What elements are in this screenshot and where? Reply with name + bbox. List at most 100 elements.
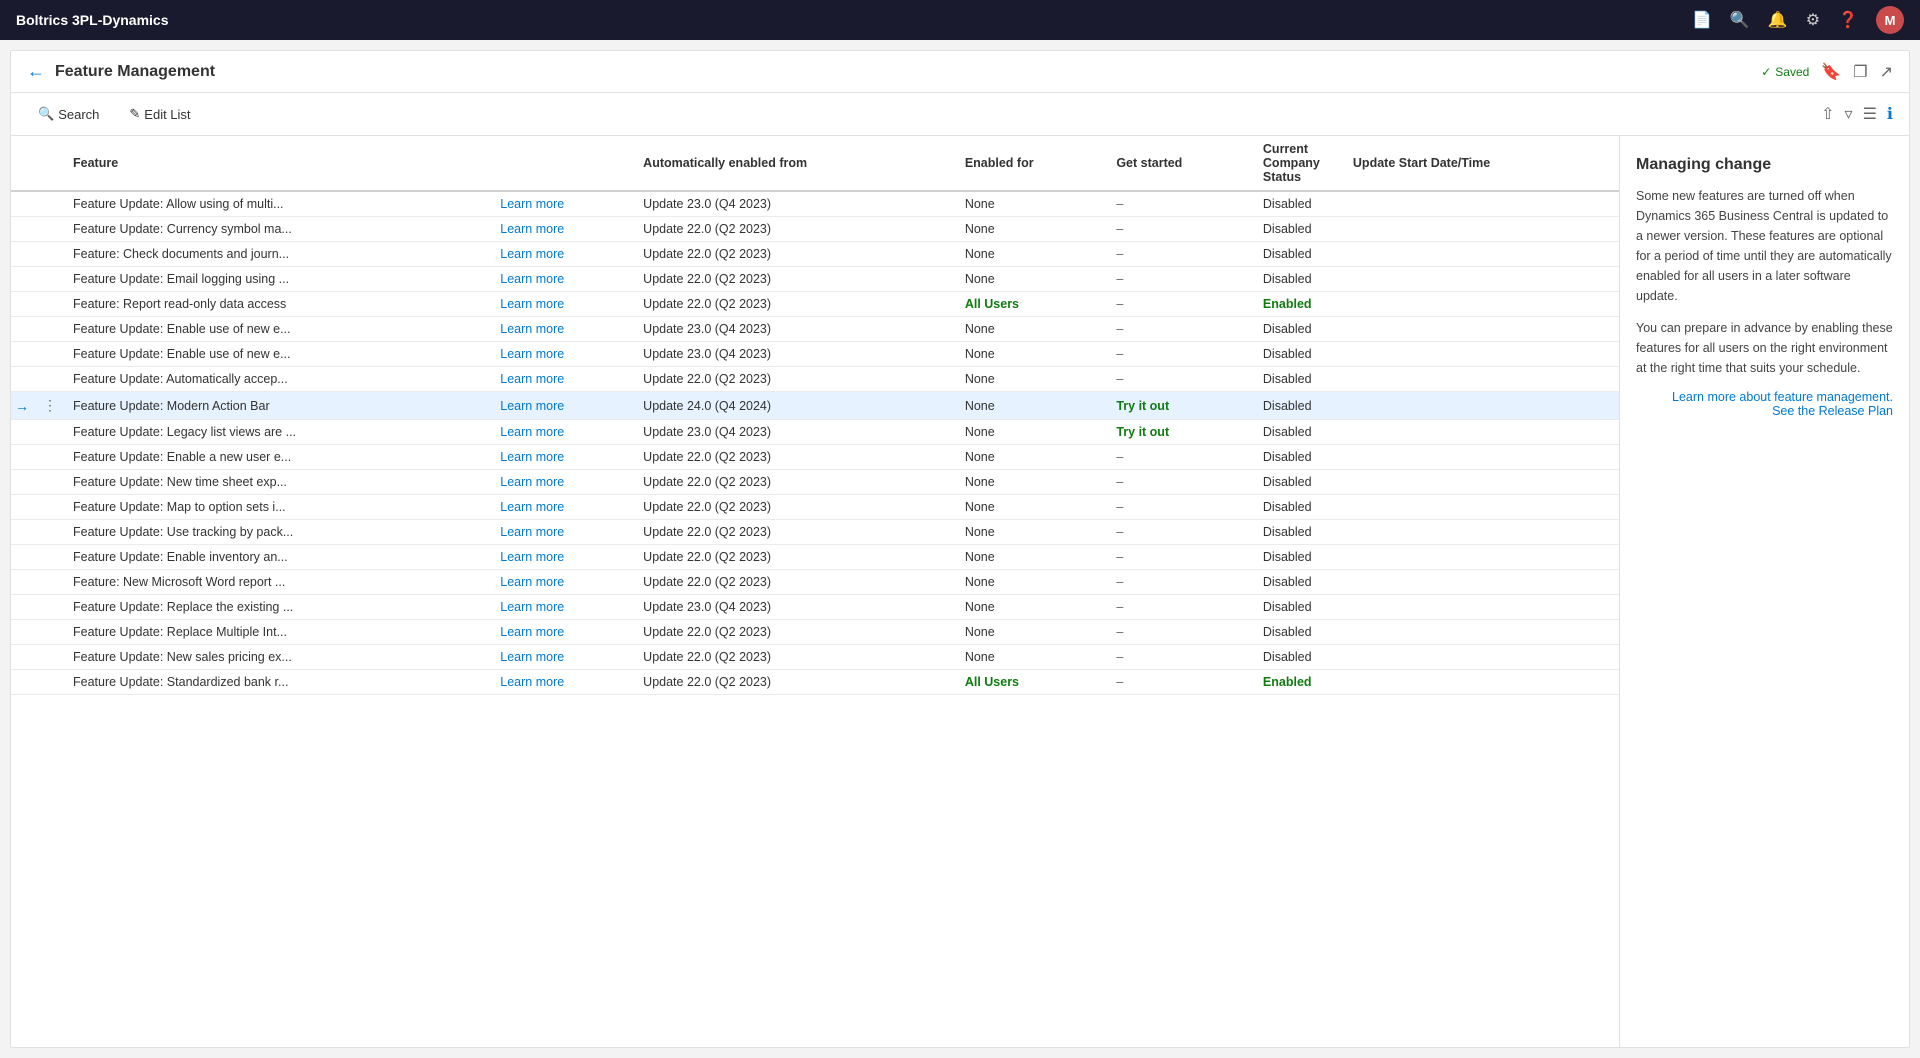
row-get-started[interactable]: – bbox=[1108, 645, 1255, 670]
row-learn-more[interactable]: Learn more bbox=[492, 292, 635, 317]
table-row[interactable]: → ⋮ Feature Update: Modern Action Bar Le… bbox=[11, 392, 1619, 420]
row-get-started[interactable]: – bbox=[1108, 545, 1255, 570]
table-row[interactable]: Feature Update: Replace the existing ...… bbox=[11, 595, 1619, 620]
learn-more-link[interactable]: Learn more bbox=[500, 347, 564, 361]
help-icon[interactable]: ❓ bbox=[1838, 10, 1858, 30]
try-it-link[interactable]: Try it out bbox=[1116, 399, 1169, 413]
row-get-started[interactable]: – bbox=[1108, 242, 1255, 267]
list-view-icon[interactable]: ☰ bbox=[1863, 104, 1877, 124]
row-get-started[interactable]: – bbox=[1108, 620, 1255, 645]
search-button[interactable]: 🔍 Search bbox=[27, 101, 110, 127]
table-row[interactable]: Feature Update: Use tracking by pack... … bbox=[11, 520, 1619, 545]
row-learn-more[interactable]: Learn more bbox=[492, 670, 635, 695]
row-learn-more[interactable]: Learn more bbox=[492, 495, 635, 520]
row-get-started[interactable]: – bbox=[1108, 670, 1255, 695]
learn-more-link[interactable]: Learn more bbox=[500, 625, 564, 639]
row-learn-more[interactable]: Learn more bbox=[492, 545, 635, 570]
settings-icon[interactable]: ⚙ bbox=[1806, 10, 1820, 30]
open-new-icon[interactable]: ❐ bbox=[1853, 62, 1867, 82]
release-plan-link[interactable]: See the Release Plan bbox=[1636, 404, 1893, 418]
row-get-started[interactable]: Try it out bbox=[1108, 420, 1255, 445]
learn-more-link[interactable]: Learn more bbox=[500, 575, 564, 589]
table-row[interactable]: Feature Update: Enable a new user e... L… bbox=[11, 445, 1619, 470]
learn-more-link[interactable]: Learn more bbox=[500, 450, 564, 464]
info-icon[interactable]: ℹ bbox=[1887, 104, 1893, 124]
learn-more-link[interactable]: Learn more bbox=[500, 272, 564, 286]
try-it-link[interactable]: Try it out bbox=[1116, 425, 1169, 439]
learn-more-link[interactable]: Learn more bbox=[500, 475, 564, 489]
learn-more-link[interactable]: Learn more bbox=[500, 372, 564, 386]
table-row[interactable]: Feature Update: Map to option sets i... … bbox=[11, 495, 1619, 520]
row-learn-more[interactable]: Learn more bbox=[492, 420, 635, 445]
row-get-started[interactable]: – bbox=[1108, 217, 1255, 242]
learn-more-link[interactable]: Learn more bbox=[500, 197, 564, 211]
table-row[interactable]: Feature Update: New sales pricing ex... … bbox=[11, 645, 1619, 670]
row-learn-more[interactable]: Learn more bbox=[492, 317, 635, 342]
expand-icon[interactable]: ↗ bbox=[1880, 62, 1893, 82]
learn-more-link[interactable]: Learn more bbox=[500, 425, 564, 439]
table-row[interactable]: Feature Update: Legacy list views are ..… bbox=[11, 420, 1619, 445]
row-learn-more[interactable]: Learn more bbox=[492, 392, 635, 420]
learn-more-link[interactable]: Learn more bbox=[500, 650, 564, 664]
table-row[interactable]: Feature Update: Standardized bank r... L… bbox=[11, 670, 1619, 695]
row-learn-more[interactable]: Learn more bbox=[492, 620, 635, 645]
edit-list-button[interactable]: ✎ Edit List bbox=[118, 101, 201, 127]
table-row[interactable]: Feature Update: Enable use of new e... L… bbox=[11, 342, 1619, 367]
bookmark-icon[interactable]: 🔖 bbox=[1821, 62, 1841, 82]
table-row[interactable]: Feature Update: Enable use of new e... L… bbox=[11, 317, 1619, 342]
row-get-started[interactable]: – bbox=[1108, 495, 1255, 520]
row-get-started[interactable]: – bbox=[1108, 570, 1255, 595]
learn-more-link[interactable]: Learn more bbox=[500, 500, 564, 514]
row-learn-more[interactable]: Learn more bbox=[492, 217, 635, 242]
row-get-started[interactable]: – bbox=[1108, 191, 1255, 217]
learn-more-link[interactable]: Learn more bbox=[500, 525, 564, 539]
avatar[interactable]: M bbox=[1876, 6, 1904, 34]
table-row[interactable]: Feature Update: Email logging using ... … bbox=[11, 267, 1619, 292]
table-row[interactable]: Feature: Report read-only data access Le… bbox=[11, 292, 1619, 317]
table-row[interactable]: Feature Update: Allow using of multi... … bbox=[11, 191, 1619, 217]
row-get-started[interactable]: – bbox=[1108, 317, 1255, 342]
row-get-started[interactable]: – bbox=[1108, 267, 1255, 292]
row-learn-more[interactable]: Learn more bbox=[492, 470, 635, 495]
row-get-started[interactable]: – bbox=[1108, 470, 1255, 495]
document-icon[interactable]: 📄 bbox=[1692, 10, 1712, 30]
learn-more-link[interactable]: Learn more bbox=[500, 222, 564, 236]
row-get-started[interactable]: – bbox=[1108, 520, 1255, 545]
row-learn-more[interactable]: Learn more bbox=[492, 342, 635, 367]
row-learn-more[interactable]: Learn more bbox=[492, 191, 635, 217]
table-row[interactable]: Feature: Check documents and journ... Le… bbox=[11, 242, 1619, 267]
row-learn-more[interactable]: Learn more bbox=[492, 267, 635, 292]
row-learn-more[interactable]: Learn more bbox=[492, 645, 635, 670]
row-get-started[interactable]: – bbox=[1108, 292, 1255, 317]
table-row[interactable]: Feature: New Microsoft Word report ... L… bbox=[11, 570, 1619, 595]
learn-more-link[interactable]: Learn more bbox=[500, 399, 564, 413]
row-get-started[interactable]: – bbox=[1108, 595, 1255, 620]
table-row[interactable]: Feature Update: Enable inventory an... L… bbox=[11, 545, 1619, 570]
row-learn-more[interactable]: Learn more bbox=[492, 570, 635, 595]
bell-icon[interactable]: 🔔 bbox=[1768, 10, 1788, 30]
row-learn-more[interactable]: Learn more bbox=[492, 595, 635, 620]
share-icon[interactable]: ⇧ bbox=[1821, 104, 1834, 124]
learn-more-link[interactable]: Learn more bbox=[500, 247, 564, 261]
table-row[interactable]: Feature Update: Automatically accep... L… bbox=[11, 367, 1619, 392]
filter-icon[interactable]: ▿ bbox=[1845, 104, 1853, 124]
table-row[interactable]: Feature Update: New time sheet exp... Le… bbox=[11, 470, 1619, 495]
learn-more-link[interactable]: Learn more bbox=[500, 675, 564, 689]
table-row[interactable]: Feature Update: Replace Multiple Int... … bbox=[11, 620, 1619, 645]
row-get-started[interactable]: – bbox=[1108, 367, 1255, 392]
search-icon[interactable]: 🔍 bbox=[1730, 10, 1750, 30]
row-learn-more[interactable]: Learn more bbox=[492, 242, 635, 267]
row-learn-more[interactable]: Learn more bbox=[492, 367, 635, 392]
learn-more-management-link[interactable]: Learn more about feature management. bbox=[1636, 390, 1893, 404]
row-get-started[interactable]: – bbox=[1108, 445, 1255, 470]
back-button[interactable]: ← bbox=[27, 61, 45, 82]
learn-more-link[interactable]: Learn more bbox=[500, 550, 564, 564]
row-context-menu[interactable]: ⋮ bbox=[43, 397, 57, 413]
row-learn-more[interactable]: Learn more bbox=[492, 520, 635, 545]
table-row[interactable]: Feature Update: Currency symbol ma... Le… bbox=[11, 217, 1619, 242]
row-get-started[interactable]: – bbox=[1108, 342, 1255, 367]
learn-more-link[interactable]: Learn more bbox=[500, 322, 564, 336]
row-learn-more[interactable]: Learn more bbox=[492, 445, 635, 470]
learn-more-link[interactable]: Learn more bbox=[500, 600, 564, 614]
learn-more-link[interactable]: Learn more bbox=[500, 297, 564, 311]
